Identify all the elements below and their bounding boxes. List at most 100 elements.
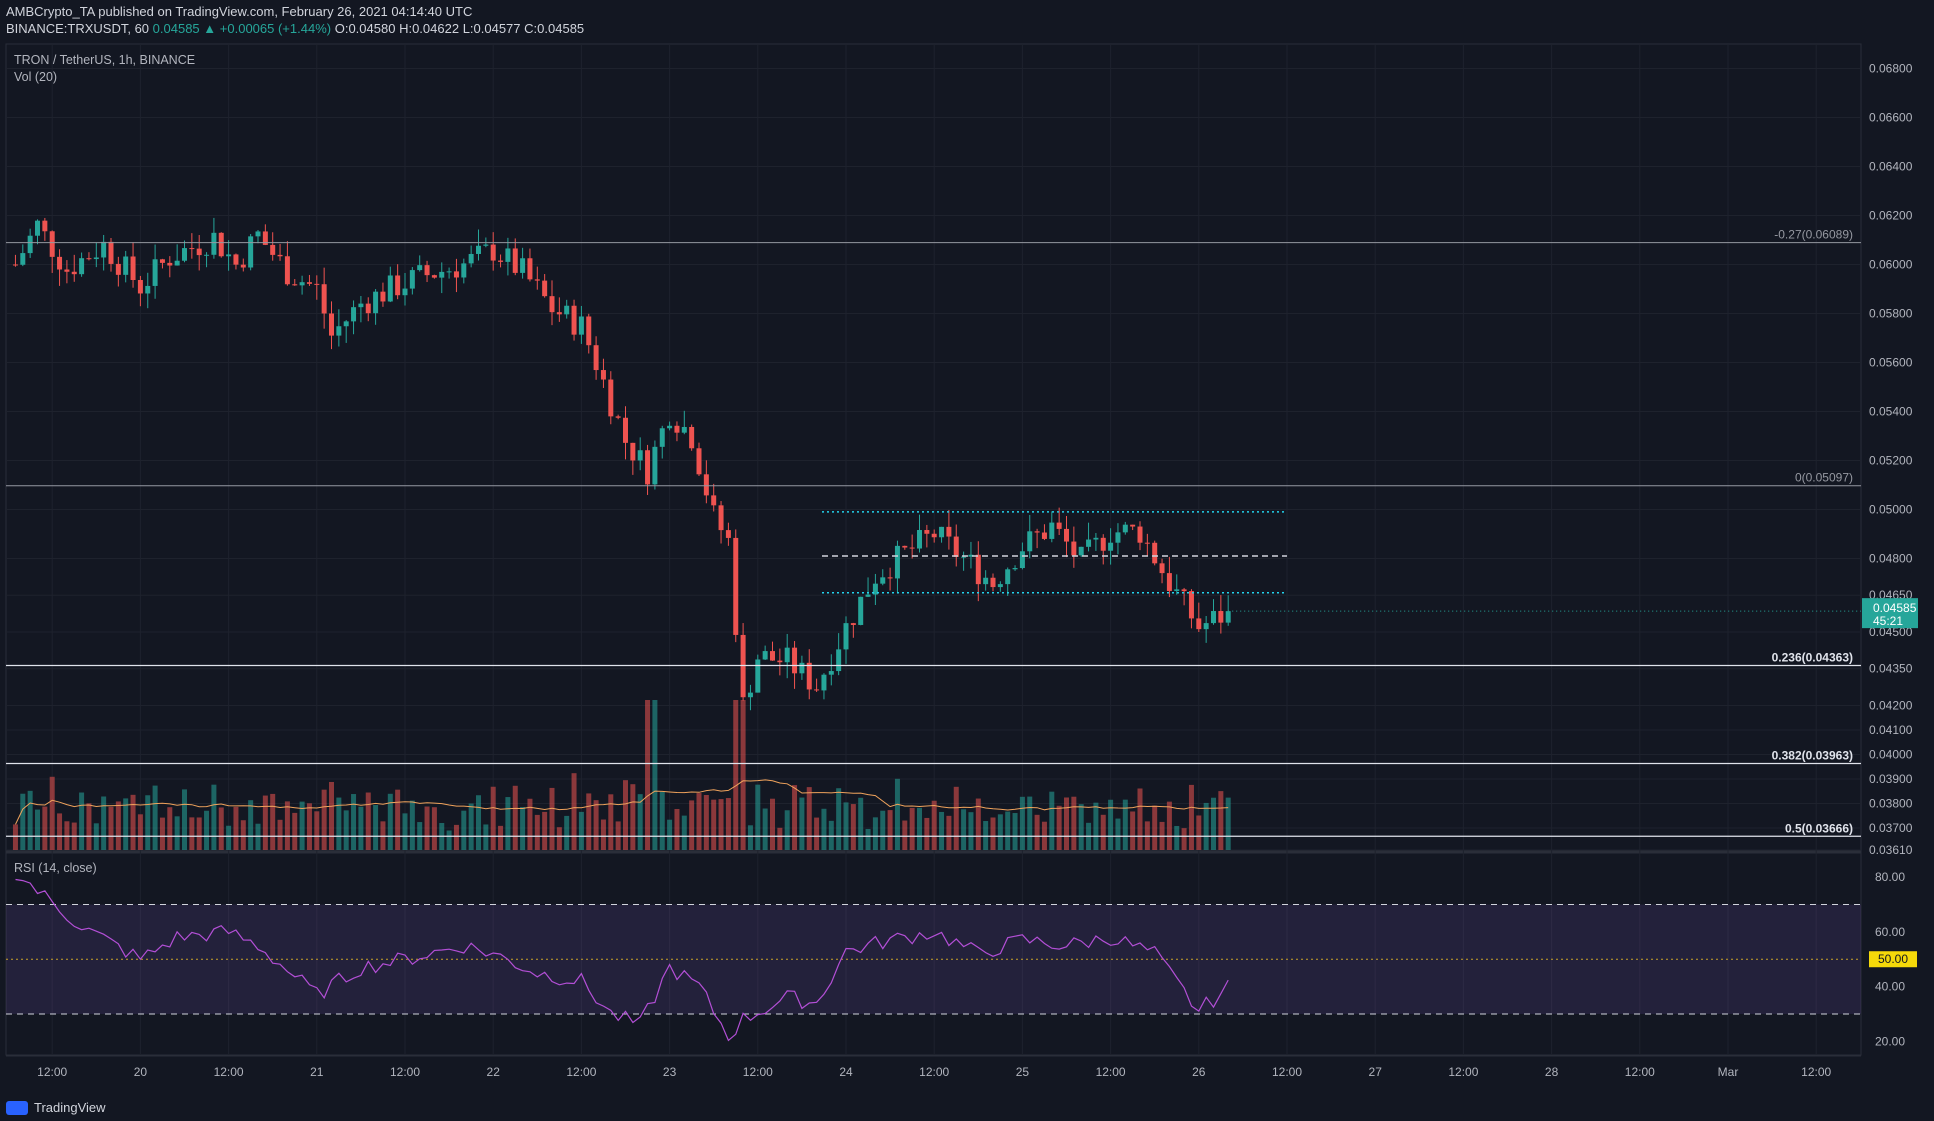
x-tick-label: 12:00 bbox=[1625, 1065, 1655, 1079]
volume-bar bbox=[115, 801, 121, 850]
volume-bar bbox=[1027, 796, 1033, 850]
x-tick-label: 26 bbox=[1192, 1065, 1206, 1079]
volume-bar bbox=[1181, 828, 1187, 850]
candle-body bbox=[182, 248, 187, 261]
candle-body bbox=[1086, 539, 1092, 547]
volume-bar bbox=[689, 800, 695, 850]
candle-body bbox=[703, 474, 709, 496]
volume-bar bbox=[446, 830, 452, 850]
volume-bar bbox=[218, 807, 224, 850]
volume-bar bbox=[321, 789, 327, 850]
volume-bar bbox=[270, 793, 276, 850]
volume-bar bbox=[1071, 796, 1077, 850]
volume-bar bbox=[167, 807, 173, 850]
volume-bar bbox=[240, 820, 246, 850]
volume-bar bbox=[593, 800, 599, 850]
candle-body bbox=[446, 271, 452, 273]
candle-body bbox=[770, 651, 775, 661]
price-tick-label: 0.03800 bbox=[1869, 796, 1913, 810]
candle-body bbox=[1056, 522, 1062, 529]
candle-body bbox=[667, 425, 673, 429]
candle-body bbox=[1071, 541, 1077, 556]
volume-bar bbox=[226, 825, 232, 850]
x-tick-label: Mar bbox=[1718, 1065, 1739, 1079]
candle-body bbox=[490, 244, 496, 261]
x-tick-label: 12:00 bbox=[1801, 1065, 1831, 1079]
candle-body bbox=[953, 536, 959, 557]
volume-bar bbox=[814, 817, 820, 850]
volume-bar bbox=[527, 798, 533, 850]
x-tick-label: 12:00 bbox=[1096, 1065, 1126, 1079]
volume-bar bbox=[630, 784, 636, 850]
candle-body bbox=[1174, 589, 1180, 591]
candle-body bbox=[79, 258, 85, 275]
price-tick-label: 0.05200 bbox=[1869, 453, 1913, 467]
volume-bar bbox=[755, 784, 761, 850]
price-tick-label: 0.03610 bbox=[1869, 843, 1913, 857]
volume-bar bbox=[887, 810, 893, 850]
candle-body bbox=[1012, 568, 1018, 570]
candle-body bbox=[35, 220, 40, 236]
candle-body bbox=[542, 280, 548, 297]
x-tick-label: 12:00 bbox=[1272, 1065, 1302, 1079]
volume-bar bbox=[939, 811, 945, 850]
candle-body bbox=[1203, 623, 1209, 630]
candle-body bbox=[1196, 618, 1202, 630]
volume-bar bbox=[740, 700, 746, 850]
candle-body bbox=[939, 526, 945, 538]
candle-body bbox=[1130, 524, 1136, 527]
candle-body bbox=[1188, 591, 1194, 619]
x-tick-label: 27 bbox=[1369, 1065, 1383, 1079]
candle-body bbox=[439, 271, 445, 278]
candle-body bbox=[924, 530, 930, 534]
x-tick-label: 12:00 bbox=[919, 1065, 949, 1079]
volume-bar bbox=[784, 810, 790, 850]
volume-bar bbox=[27, 790, 33, 850]
volume-bar bbox=[917, 807, 922, 850]
candle-body bbox=[292, 284, 298, 286]
volume-bar bbox=[498, 825, 504, 850]
candle-body bbox=[57, 256, 63, 270]
x-tick-label: 21 bbox=[310, 1065, 324, 1079]
volume-bar bbox=[564, 815, 570, 850]
candle-body bbox=[1078, 546, 1084, 556]
candle-body bbox=[586, 316, 592, 346]
volume-bar bbox=[1019, 796, 1025, 850]
candle-body bbox=[902, 545, 908, 548]
candle-body bbox=[784, 647, 790, 663]
volume-bar bbox=[365, 792, 371, 850]
volume-bar bbox=[681, 815, 687, 850]
price-tick-label: 0.05400 bbox=[1869, 404, 1913, 418]
candle-body bbox=[733, 537, 739, 635]
candle-body bbox=[1122, 524, 1128, 533]
candle-body bbox=[505, 248, 511, 262]
candle-body bbox=[115, 263, 121, 275]
volume-bar bbox=[1049, 791, 1055, 850]
candle-body bbox=[931, 533, 937, 538]
candle-body bbox=[101, 241, 107, 258]
volume-bar bbox=[1166, 801, 1172, 850]
rsi-tick-label: 60.00 bbox=[1875, 925, 1905, 939]
candle-body bbox=[329, 313, 334, 336]
volume-bar bbox=[586, 793, 592, 850]
volume-bar bbox=[828, 820, 834, 850]
volume-bar bbox=[12, 824, 18, 850]
volume-bar bbox=[20, 793, 26, 850]
price-tick-label: 0.06200 bbox=[1869, 208, 1913, 222]
volume-bar bbox=[380, 821, 386, 850]
price-chart[interactable]: 12:00 20 12:00 21 12:00 22 12:00 23 12:00 24 12:00… bbox=[0, 0, 1934, 1121]
volume-bar bbox=[204, 810, 210, 850]
volume-bar bbox=[534, 814, 540, 850]
candle-body bbox=[843, 623, 849, 650]
volume-bar bbox=[770, 798, 775, 850]
candle-body bbox=[512, 248, 518, 273]
volume-bar bbox=[461, 810, 467, 850]
chart-title: TRON / TetherUS, 1h, BINANCE bbox=[14, 53, 196, 67]
candle-body bbox=[387, 275, 393, 302]
candle-body bbox=[255, 231, 261, 237]
volume-bar bbox=[314, 811, 320, 850]
candle-body bbox=[674, 425, 680, 433]
volume-bar bbox=[997, 814, 1003, 850]
volume-bar bbox=[409, 800, 415, 850]
volume-bar bbox=[549, 787, 555, 850]
